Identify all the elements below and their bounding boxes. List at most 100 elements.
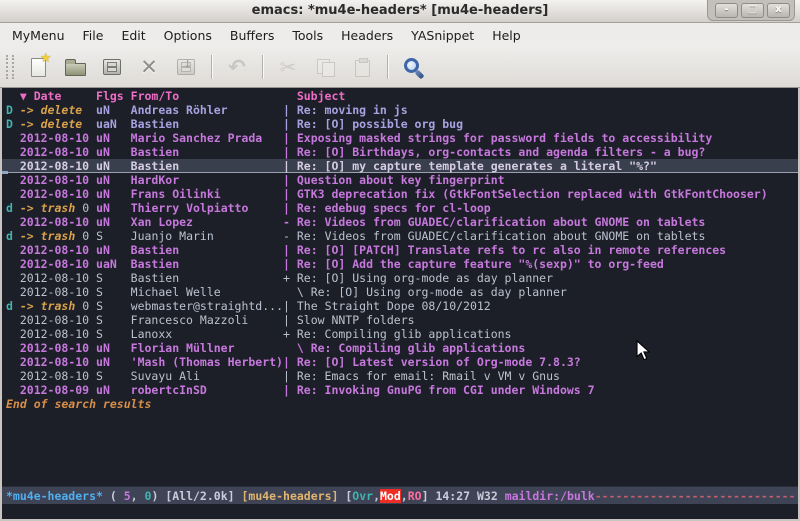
message-subject: Re: [O] Using org-mode as day planner	[311, 285, 567, 299]
window-controls: -□x	[707, 0, 795, 21]
message-row[interactable]: 2012-08-10 S Suvayu Ali | Re: Emacs for …	[2, 369, 798, 383]
window-title: emacs: *mu4e-headers* [mu4e-headers]	[252, 3, 549, 18]
message-row[interactable]: 2012-08-10 uN Bastien | Re: [O] Birthday…	[2, 145, 798, 159]
toolbar-separator	[262, 55, 263, 79]
menu-item-mymenu[interactable]: MyMenu	[3, 25, 74, 46]
menu-item-file[interactable]: File	[74, 25, 113, 46]
column-header-from[interactable]: From/To	[131, 89, 297, 103]
message-row[interactable]: 2012-08-10 uN Mario Sanchez Prada | Expo…	[2, 131, 798, 145]
message-row[interactable]: d -> trash 0 S Juanjo Marin - Re: Videos…	[2, 229, 798, 243]
delete-button[interactable]: ✕	[134, 52, 164, 82]
mark-action: -> trash	[20, 299, 75, 313]
message-row[interactable]: 2012-08-10 uN Frans Oilinki | GTK3 depre…	[2, 187, 798, 201]
mark-char	[6, 187, 20, 201]
toolbar-separator	[387, 55, 388, 79]
message-row[interactable]: 2012-08-10 uN Bastien | Re: [O] my captu…	[2, 159, 798, 173]
toolbar-grip-handle[interactable]	[6, 55, 14, 79]
message-flags: uN	[96, 243, 131, 257]
message-row[interactable]: 2012-08-10 S Bastien + Re: [O] Using org…	[2, 271, 798, 285]
save-button[interactable]	[97, 52, 127, 82]
column-header-flags[interactable]: Flgs	[96, 89, 131, 103]
message-date: 2012-08-10	[20, 341, 96, 355]
message-row[interactable]: 2012-08-09 uN robertcInSD | Re: Invoking…	[2, 383, 798, 397]
message-subject: Re: [O] Latest version of Org-mode 7.8.3…	[297, 355, 581, 369]
message-flags: uN	[96, 201, 131, 215]
message-subject: Re: [O] [PATCH] Translate refs to rc als…	[297, 243, 726, 257]
toolbar-separator	[211, 55, 212, 79]
mode-line[interactable]: *mu4e-headers* ( 5, 0) [All/2.0k] [mu4e-…	[2, 486, 798, 504]
undo-icon: ↶	[228, 57, 246, 78]
message-row[interactable]: D -> delete uN Andreas Röhler | Re: movi…	[2, 103, 798, 117]
mark-char	[6, 243, 20, 257]
modeline-segment: RO	[408, 489, 422, 503]
message-from: Suvayu Ali	[131, 369, 283, 383]
mark-target: 0	[82, 201, 89, 215]
message-flags: uN	[96, 341, 131, 355]
thread-separator: +	[283, 271, 297, 285]
menu-item-buffers[interactable]: Buffers	[221, 25, 283, 46]
thread-separator: |	[283, 159, 297, 173]
headers-column-row: ▼ Date Flgs From/To Subject	[2, 88, 798, 103]
mark-target: 0	[82, 299, 89, 313]
message-from: robertcInSD	[131, 383, 283, 397]
echo-area[interactable]	[2, 504, 798, 519]
open-folder-button[interactable]	[60, 52, 90, 82]
message-row[interactable]: d -> trash 0 S webmaster@straightd...| T…	[2, 299, 798, 313]
message-row[interactable]: 2012-08-10 uN 'Mash (Thomas Herbert)| Re…	[2, 355, 798, 369]
copy-icon	[316, 58, 335, 77]
mark-action: -> delete	[20, 103, 82, 117]
message-date: 2012-08-09	[20, 383, 96, 397]
thread-separator: +	[283, 327, 297, 341]
message-date: 2012-08-10	[20, 313, 96, 327]
modeline-segment: ]	[422, 489, 436, 503]
column-header-subject[interactable]: Subject	[297, 89, 345, 103]
mark-char	[6, 369, 20, 383]
modeline-segment: )	[151, 489, 165, 503]
message-date: 2012-08-10	[20, 271, 96, 285]
close-button[interactable]: x	[767, 3, 790, 18]
maximize-button[interactable]: □	[741, 3, 764, 18]
menu-item-yasnippet[interactable]: YASnippet	[402, 25, 483, 46]
menu-item-options[interactable]: Options	[155, 25, 221, 46]
message-subject: Re: [O] possible org bug	[297, 117, 463, 131]
modeline-segment: [All/2.0k]	[165, 489, 241, 503]
column-header-date[interactable]: ▼ Date	[20, 89, 96, 103]
message-flags: S	[96, 313, 131, 327]
thread-separator: -	[283, 215, 297, 229]
column-header-pad	[6, 89, 20, 103]
delete-icon: ✕	[140, 57, 158, 78]
mark-char	[6, 131, 20, 145]
message-row[interactable]: 2012-08-10 uN Xan Lopez - Re: Videos fro…	[2, 215, 798, 229]
minimize-button[interactable]: -	[715, 3, 738, 18]
menu-item-headers[interactable]: Headers	[332, 25, 402, 46]
message-row[interactable]: D -> delete uaN Bastien | Re: [O] possib…	[2, 117, 798, 131]
message-from: Bastien	[131, 145, 283, 159]
message-row[interactable]: 2012-08-10 S Lanoxx + Re: Compiling glib…	[2, 327, 798, 341]
title-bar[interactable]: emacs: *mu4e-headers* [mu4e-headers] -□x	[0, 0, 800, 23]
menu-item-edit[interactable]: Edit	[112, 25, 154, 46]
modeline-segment: [mu4e-headers]	[241, 489, 345, 503]
message-from: Bastien	[131, 243, 283, 257]
mark-char	[6, 327, 20, 341]
message-row[interactable]: d -> trash 0 uN Thierry Volpiatto | Re: …	[2, 201, 798, 215]
modeline-modified-flag: Mod	[380, 489, 401, 503]
thread-separator: |	[283, 187, 297, 201]
message-row[interactable]: 2012-08-10 uN Florian Müllner \ Re: Comp…	[2, 341, 798, 355]
message-row[interactable]: 2012-08-10 S Francesco Mazzoli | Slow NN…	[2, 313, 798, 327]
thread-separator: -	[283, 229, 297, 243]
message-from: Bastien	[131, 271, 283, 285]
message-subject: Re: [O] Birthdays, org-contacts and agen…	[297, 145, 706, 159]
message-row[interactable]: 2012-08-10 uN Bastien | Re: [O] [PATCH] …	[2, 243, 798, 257]
mark-char	[6, 173, 20, 187]
message-subject: The Straight Dope 08/10/2012	[297, 299, 491, 313]
message-row[interactable]: 2012-08-10 uaN Bastien | Re: [O] Add the…	[2, 257, 798, 271]
menu-item-tools[interactable]: Tools	[283, 25, 332, 46]
new-file-button[interactable]: ★	[23, 52, 53, 82]
menu-item-help[interactable]: Help	[483, 25, 530, 46]
message-row[interactable]: 2012-08-10 uN HardKor | Question about k…	[2, 173, 798, 187]
mark-char	[6, 145, 20, 159]
search-button[interactable]	[398, 52, 428, 82]
message-subject: Re: Videos from GUADEC/clarification abo…	[297, 229, 706, 243]
message-date: 2012-08-10	[20, 243, 96, 257]
message-row[interactable]: 2012-08-10 S Michael Welle \ Re: [O] Usi…	[2, 285, 798, 299]
